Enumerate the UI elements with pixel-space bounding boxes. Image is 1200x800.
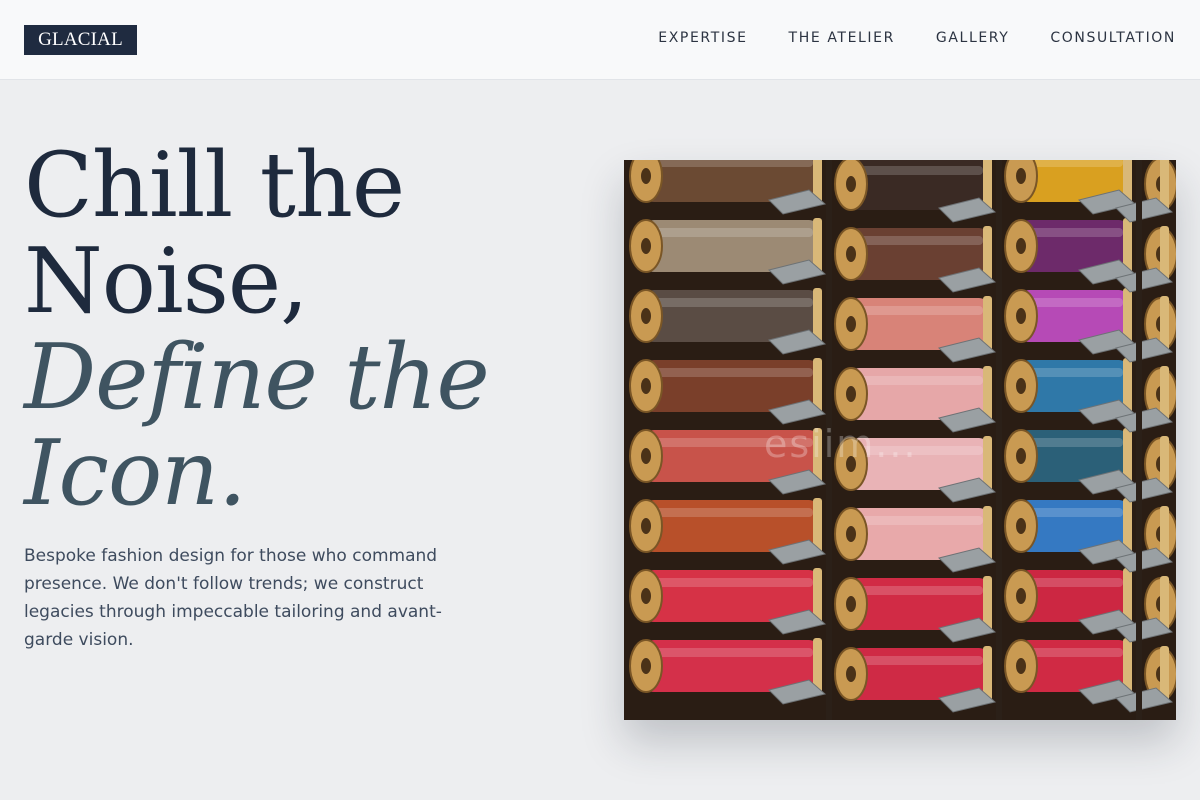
thread-spool bbox=[629, 288, 827, 355]
thread-spool bbox=[629, 428, 827, 495]
nav-link-atelier[interactable]: THE ATELIER bbox=[789, 28, 895, 48]
thread-spool bbox=[834, 436, 997, 503]
thread-spool bbox=[629, 498, 827, 565]
logo[interactable]: GLACIAL bbox=[24, 25, 137, 55]
thread-spool bbox=[629, 160, 827, 215]
nav-link-expertise[interactable]: EXPERTISE bbox=[658, 28, 747, 48]
thread-spool bbox=[834, 366, 997, 433]
nav-link-gallery[interactable]: GALLERY bbox=[936, 28, 1009, 48]
thread-spool bbox=[1004, 638, 1137, 705]
thread-spool bbox=[834, 160, 997, 223]
thread-spool bbox=[1004, 568, 1137, 635]
thread-spool bbox=[629, 638, 827, 705]
hero-title: Chill the Noise, Define the Icon. bbox=[24, 133, 490, 526]
thread-spool bbox=[834, 296, 997, 363]
thread-spool bbox=[1004, 428, 1137, 495]
thread-spool bbox=[834, 506, 997, 573]
hero-image-thread-spools: esiim... bbox=[624, 160, 1176, 720]
hero-title-line-2: Noise, bbox=[24, 229, 309, 334]
thread-spool bbox=[1004, 358, 1137, 425]
thread-spool bbox=[834, 226, 997, 293]
thread-spool bbox=[629, 358, 827, 425]
thread-spool bbox=[629, 218, 827, 285]
thread-spool bbox=[629, 568, 827, 635]
thread-spool bbox=[1004, 288, 1137, 355]
site-header: GLACIAL EXPERTISE THE ATELIER GALLERY CO… bbox=[0, 0, 1200, 80]
thread-spool bbox=[1004, 218, 1137, 285]
thread-spool bbox=[1004, 498, 1137, 565]
hero-description: Bespoke fashion design for those who com… bbox=[24, 546, 442, 650]
thread-spool bbox=[834, 576, 997, 643]
hero-title-line-3: Define the bbox=[24, 325, 490, 430]
thread-spool bbox=[834, 646, 997, 713]
hero-title-line-4: Icon. bbox=[24, 421, 247, 526]
hero-title-line-1: Chill the bbox=[24, 133, 405, 238]
rack-post bbox=[1136, 160, 1142, 720]
main-nav: EXPERTISE THE ATELIER GALLERY CONSULTATI… bbox=[658, 28, 1176, 48]
rack-post bbox=[996, 160, 1002, 720]
nav-link-consultation[interactable]: CONSULTATION bbox=[1050, 28, 1176, 48]
thread-spool bbox=[1004, 160, 1137, 215]
thread-spools-illustration bbox=[629, 160, 1176, 720]
rack-post bbox=[826, 160, 832, 720]
